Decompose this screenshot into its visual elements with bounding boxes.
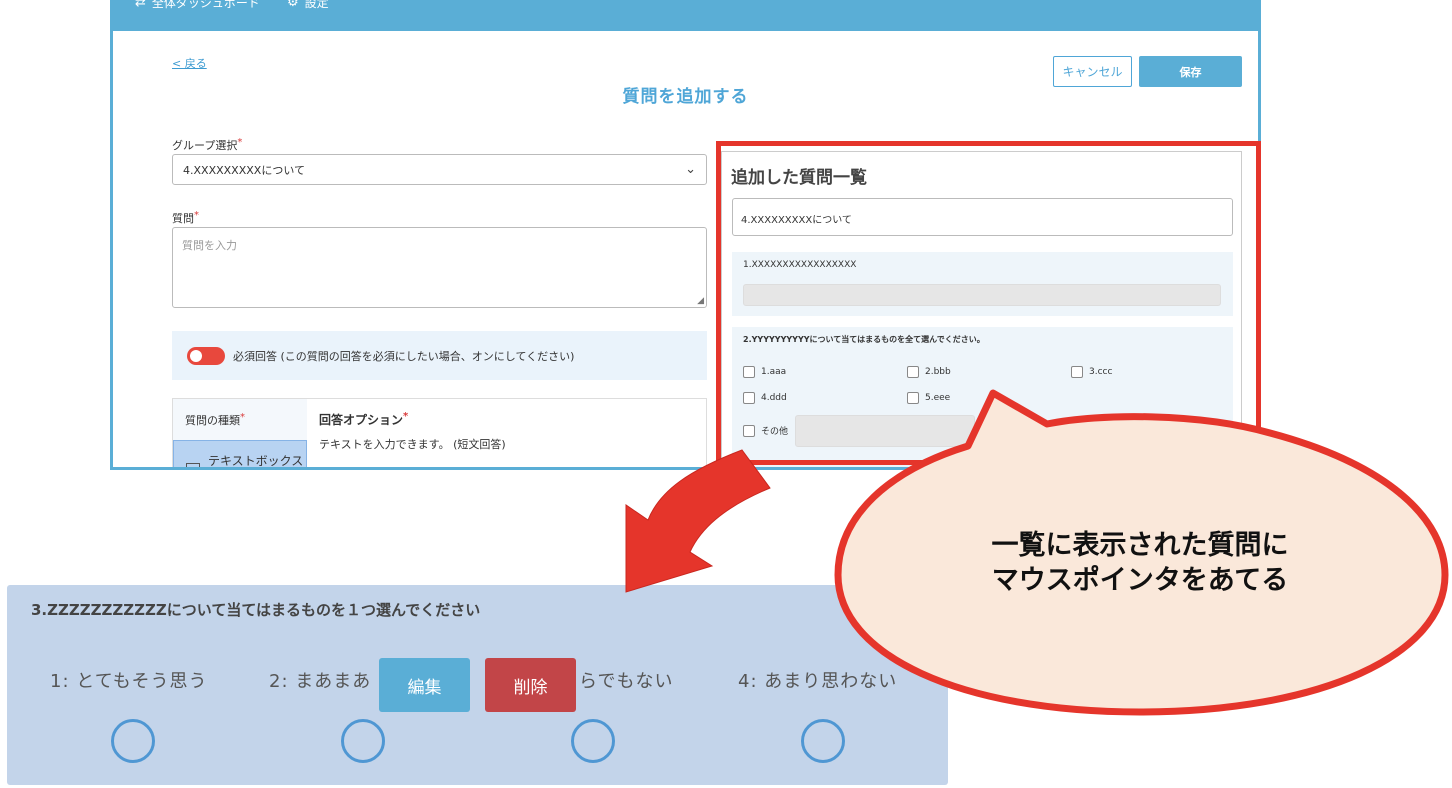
nav-dashboard[interactable]: ⇄ 全体ダッシュボード: [135, 0, 260, 11]
required-mark: *: [240, 412, 245, 423]
callout-line-2: マウスポインタをあてる: [991, 565, 1289, 597]
scale-label: 4: あまり思わない: [738, 671, 898, 692]
nav-settings[interactable]: ⚙ 設定: [287, 0, 329, 11]
type-option-textbox[interactable]: テキストボックス: [173, 440, 307, 468]
required-mark: *: [194, 210, 199, 221]
refresh-icon: ⇄: [135, 0, 146, 10]
type-option-label: テキストボックス: [208, 454, 304, 468]
highlight-frame: [716, 141, 1261, 465]
answer-option-title-text: 回答オプション: [319, 413, 404, 427]
group-select-value: 4.XXXXXXXXXについて: [183, 163, 305, 177]
radio-button[interactable]: [341, 719, 385, 763]
question-textarea[interactable]: 質問を入力 ◢: [172, 227, 707, 308]
gear-icon: ⚙: [287, 0, 299, 10]
zoomed-question-card[interactable]: 3.ZZZZZZZZZZZについて当てはまるものを１つ選んでください 1: とて…: [7, 585, 948, 785]
nav-dashboard-label: 全体ダッシュボード: [151, 0, 260, 10]
delete-button[interactable]: 削除: [485, 658, 576, 712]
cancel-button[interactable]: キャンセル: [1053, 56, 1132, 87]
scale-label: 2: まあまあ: [269, 671, 372, 692]
back-link[interactable]: < 戻る: [172, 55, 207, 71]
callout-line-1: 一覧に表示された質問に: [991, 530, 1289, 561]
question-label: 質問*: [172, 210, 199, 226]
scale-label: らでもない: [579, 671, 674, 692]
answer-option-description: テキストを入力できます。 (短文回答): [319, 438, 506, 451]
top-navigation-bar: ⇄ 全体ダッシュボード ⚙ 設定: [113, 0, 1258, 31]
save-button[interactable]: 保存: [1139, 56, 1242, 87]
chevron-down-icon: ⌄: [685, 162, 696, 177]
answer-option-panel: 回答オプション* テキストを入力できます。 (短文回答): [319, 411, 506, 452]
radio-button[interactable]: [801, 719, 845, 763]
edit-button[interactable]: 編集: [379, 658, 470, 712]
question-label-text: 質問: [172, 212, 194, 225]
radio-button[interactable]: [111, 719, 155, 763]
required-toggle-label: 必須回答 (この質問の回答を必須にしたい場合、オンにしてください): [233, 349, 575, 363]
zoomed-question-title: 3.ZZZZZZZZZZZについて当てはまるものを１つ選んでください: [31, 601, 481, 619]
callout-text: 一覧に表示された質問に マウスポインタをあてる: [930, 528, 1350, 598]
curved-arrow-icon: [625, 449, 771, 593]
group-select-label-text: グループ選択: [172, 139, 238, 152]
required-toggle-row: 必須回答 (この質問の回答を必須にしたい場合、オンにしてください): [172, 331, 707, 380]
required-mark: *: [403, 411, 409, 422]
toggle-knob: [190, 349, 202, 362]
question-type-label: 質問の種類*: [185, 412, 245, 428]
required-mark: *: [237, 137, 243, 148]
resize-grip-icon[interactable]: ◢: [697, 296, 704, 306]
group-select[interactable]: 4.XXXXXXXXXについて ⌄: [172, 154, 707, 185]
radio-button[interactable]: [571, 719, 615, 763]
question-type-section: 質問の種類* テキストボックス 回答オプション* テキストを入力できます。 (短…: [172, 398, 707, 468]
question-placeholder: 質問を入力: [182, 239, 237, 252]
required-toggle[interactable]: [187, 346, 225, 365]
question-type-list: 質問の種類* テキストボックス: [173, 399, 307, 468]
scale-label: 1: とてもそう思う: [50, 671, 208, 692]
question-type-label-text: 質問の種類: [185, 414, 240, 427]
answer-option-title: 回答オプション*: [319, 411, 506, 428]
group-select-label: グループ選択*: [172, 137, 242, 153]
textbox-icon: [186, 463, 200, 467]
nav-settings-label: 設定: [304, 0, 329, 10]
